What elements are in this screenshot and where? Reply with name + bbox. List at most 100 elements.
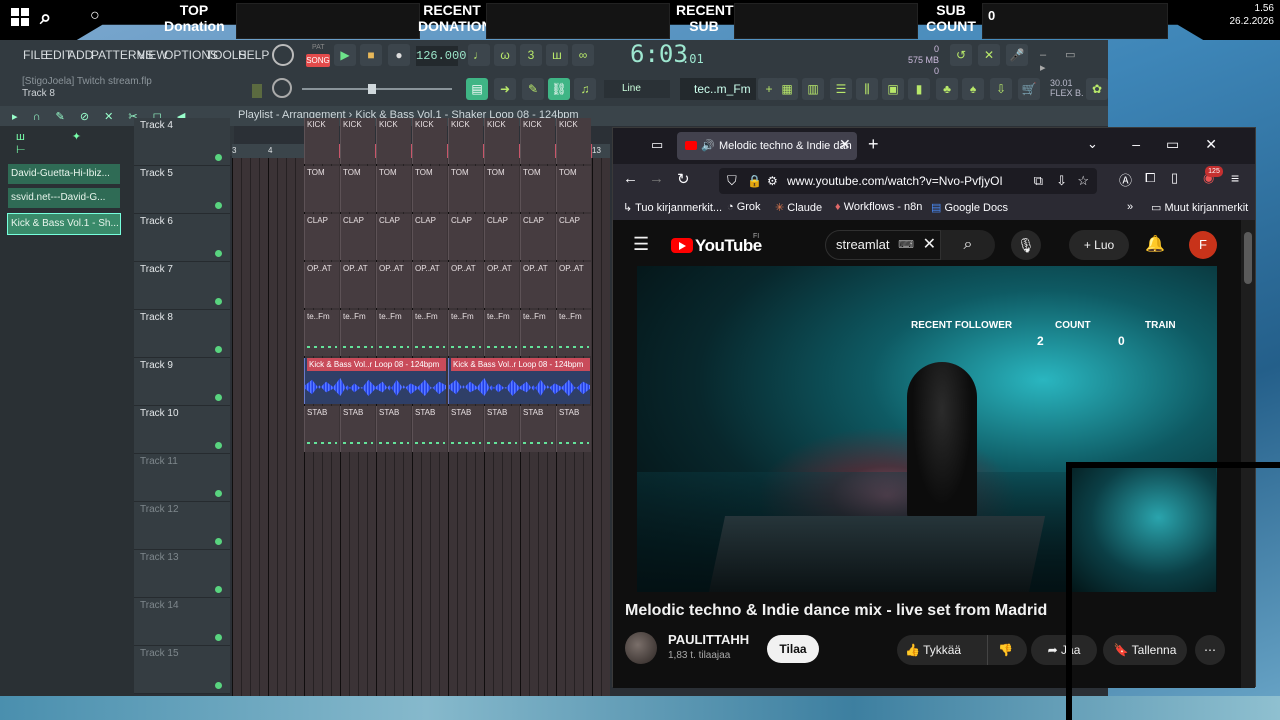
track-header[interactable]: Track 14 [134,598,230,646]
mixer-icon[interactable]: ⫼ [856,78,878,100]
fl-logo-icon[interactable]: ✿ [1086,78,1108,100]
reload-icon[interactable]: ↻ [677,170,690,188]
speaker-icon[interactable]: 🔊 [701,132,715,160]
track-header[interactable]: Track 7 [134,262,230,310]
fl-window-controls[interactable]: – ▭ ▸ [1040,48,1108,74]
pattern-clip[interactable]: TOM [376,166,411,212]
pattern-clip[interactable]: OP..AT [340,262,375,308]
bookmark-item[interactable]: ♦ Workflows - n8n [835,201,922,213]
pattern-clip[interactable]: STAB [520,406,555,452]
bookmark-item[interactable]: ↳ Tuo kirjanmerkit... [623,201,722,214]
tracking-shield-icon[interactable]: ⛉ [727,168,737,194]
song-position-display[interactable]: 6:03 [630,40,688,68]
tab-close-icon[interactable]: ✕ [839,136,851,153]
plugin-database-icon[interactable]: ♣ [936,78,958,100]
undo-icon[interactable]: ↺ [950,44,972,66]
track-mute-led[interactable] [215,202,222,209]
pattern-clip[interactable]: OP..AT [448,262,483,308]
pattern-clip[interactable]: STAB [484,406,519,452]
clear-search-icon[interactable]: ✕ [923,231,936,259]
pattern-clip[interactable]: OP..AT [376,262,411,308]
track-mute-led[interactable] [215,490,222,497]
audio-clip[interactable]: Kick & Bass Vol..r Loop 08 - 124bpm [304,358,446,404]
picture-in-picture-icon[interactable]: ⧉ [1034,168,1043,194]
step-edit-icon[interactable]: ш [546,44,568,66]
create-button[interactable]: + Luo [1069,230,1129,260]
cpu-monitor-icon[interactable]: ✕ [978,44,1000,66]
track-header[interactable]: Track 12 [134,502,230,550]
track-mute-led[interactable] [215,538,222,545]
address-bar[interactable]: ⛉ 🔒 ⚙ www.youtube.com/watch?v=Nvo-PvfjyO… [719,168,1097,194]
bookmark-folder[interactable]: ▭ Muut kirjanmerkit [1151,201,1248,214]
track-header[interactable]: Track 15 [134,646,230,694]
pattern-clip[interactable]: OP..AT [484,262,519,308]
download-icon[interactable]: ⇩ [990,78,1012,100]
pattern-clip[interactable]: STAB [340,406,375,452]
pattern-clip[interactable]: CLAP [304,214,339,260]
pattern-clip[interactable]: KICK [484,118,519,164]
track-header[interactable]: Track 4 [134,118,230,166]
pattern-clip[interactable]: te..Fm [340,310,375,356]
master-pitch-slider[interactable] [302,88,452,90]
song-mode-toggle[interactable]: SONG [306,54,330,67]
track-header[interactable]: Track 9 [134,358,230,406]
link-tool-icon[interactable]: ⛓ [548,78,570,100]
wait-input-icon[interactable]: ω [494,44,516,66]
pencil-tool-icon[interactable]: ✎ [522,78,544,100]
pattern-clip[interactable]: te..Fm [448,310,483,356]
pattern-clip[interactable]: KICK [556,118,591,164]
snap-selector[interactable]: Line [604,80,670,98]
account-icon[interactable]: Ⓐ [1119,170,1132,189]
picker-item[interactable]: David-Guetta-Hi-Ibiz... [8,164,120,184]
piano-icon[interactable]: ♫ [574,78,596,100]
picker-item-selected[interactable]: Kick & Bass Vol.1 - Sh... [7,213,121,235]
pattern-clip[interactable]: STAB [448,406,483,452]
pattern-clip[interactable]: STAB [304,406,339,452]
master-pitch-knob[interactable] [272,78,292,98]
track-header[interactable]: Track 11 [134,454,230,502]
pattern-clip[interactable]: OP..AT [556,262,591,308]
audio-clip[interactable]: Kick & Bass Vol..r Loop 08 - 124bpm [448,358,590,404]
track-mute-led[interactable] [215,634,222,641]
pattern-clip[interactable]: KICK [376,118,411,164]
pattern-clip[interactable]: TOM [340,166,375,212]
pattern-clip[interactable]: te..Fm [304,310,339,356]
record-button[interactable]: ● [388,44,410,66]
pattern-clip[interactable]: CLAP [376,214,411,260]
playlist-window-icon[interactable]: ▦ [776,78,798,100]
track-mute-led[interactable] [215,442,222,449]
pattern-clip[interactable]: TOM [484,166,519,212]
stop-button[interactable]: ■ [360,44,382,66]
pattern-clip[interactable]: CLAP [412,214,447,260]
browser-icon[interactable]: ▣ [882,78,904,100]
track-mute-led[interactable] [215,586,222,593]
youtube-logo[interactable]: YouTube [671,236,762,256]
like-button[interactable]: 👍 Tykkää [905,643,961,657]
pattern-clip[interactable]: STAB [412,406,447,452]
slider-handle[interactable] [368,84,376,94]
pattern-clip[interactable]: OP..AT [304,262,339,308]
save-to-pocket-icon[interactable]: ⇩ [1056,168,1067,194]
pattern-clip[interactable]: CLAP [484,214,519,260]
search-button[interactable]: ⌕ [941,230,995,260]
pattern-song-toggle-icon[interactable]: ▤ [466,78,488,100]
pattern-clip[interactable]: CLAP [448,214,483,260]
list-all-tabs-icon[interactable]: ⌄ [1087,136,1098,152]
pat-mode-label[interactable]: PAT [312,44,325,51]
track-mute-led[interactable] [215,394,222,401]
pattern-clip[interactable]: KICK [340,118,375,164]
pattern-clip[interactable]: TOM [412,166,447,212]
track-mute-led[interactable] [215,250,222,257]
menu-add[interactable]: ADD [68,48,93,62]
track-mute-led[interactable] [215,154,222,161]
pattern-clip[interactable]: CLAP [520,214,555,260]
pattern-clip[interactable]: CLAP [340,214,375,260]
tab-youtube[interactable]: 🔊 Melodic techno & Indie dan [677,132,857,160]
back-icon[interactable]: ← [623,170,638,187]
pattern-clip[interactable]: TOM [556,166,591,212]
menu-help[interactable]: HELP [238,48,269,62]
loop-record-icon[interactable]: ∞ [572,44,594,66]
extensions-icon[interactable]: ⧠ [1145,170,1155,186]
yt-menu-icon[interactable]: ☰ [633,234,649,255]
pattern-clip[interactable]: te..Fm [556,310,591,356]
